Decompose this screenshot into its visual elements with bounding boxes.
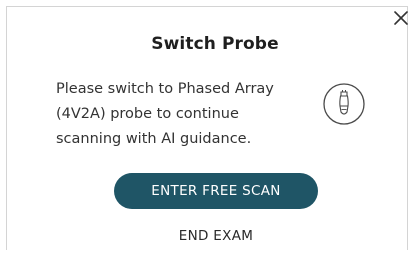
dialog-title: Switch Probe	[151, 34, 279, 54]
close-button[interactable]	[391, 8, 413, 30]
probe-icon	[322, 82, 366, 126]
end-exam-button[interactable]: END EXAM	[136, 226, 296, 246]
enter-free-scan-button[interactable]: ENTER FREE SCAN	[114, 173, 318, 209]
close-icon	[394, 11, 408, 25]
dialog-message: Please switch to Phased Array (4V2A) pro…	[56, 81, 274, 147]
